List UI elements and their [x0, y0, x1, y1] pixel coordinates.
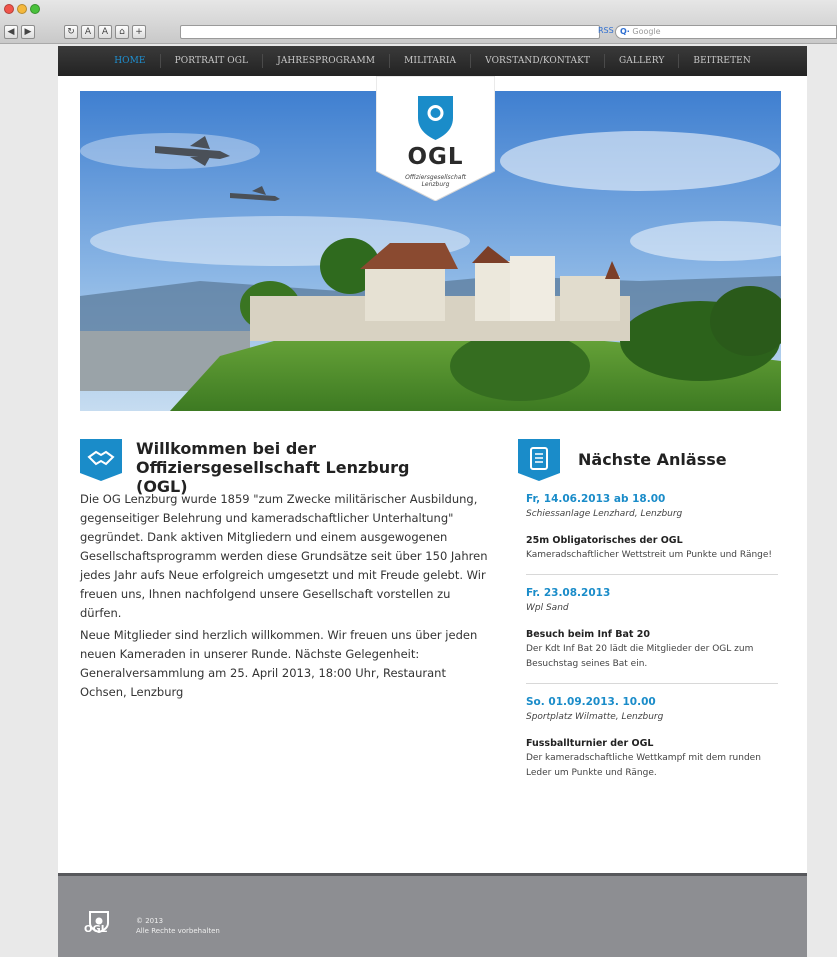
event-place: Wpl Sand [526, 603, 569, 613]
text-smaller-button[interactable]: A [81, 25, 95, 39]
event-date: So. 01.09.2013. 10.00 [526, 696, 656, 708]
add-bookmark-icon[interactable]: + [132, 25, 146, 39]
event-place: Sportplatz Wilmatte, Lenzburg [526, 712, 664, 722]
event-description: Kameradschaftlicher Wettstreit um Punkte… [526, 550, 773, 560]
events-heading: Nächste Anlässe [578, 450, 727, 469]
event-date: Fr, 14.06.2013 ab 18.00 [526, 493, 666, 505]
rights-notice: Alle Rechte vorbehalten [136, 927, 220, 935]
close-window-button[interactable] [4, 4, 14, 14]
logo-title: OGL [407, 144, 464, 170]
search-placeholder: Google [632, 27, 661, 36]
event-title: Besuch beim Inf Bat 20 [526, 629, 650, 640]
nav-item-portrait[interactable]: Portrait OGL [159, 54, 263, 68]
home-icon[interactable]: ⌂ [115, 25, 129, 39]
search-input[interactable]: Q· Google [615, 25, 837, 39]
window-controls [4, 4, 40, 14]
logo-subtitle-line1: Offiziersgesellschaft [405, 174, 466, 181]
event-description: Der Kdt Inf Bat 20 lädt die Mitglieder d… [526, 644, 754, 669]
nav-buttons: ◀ ▶ [4, 25, 35, 39]
welcome-heading-line1: Willkommen bei der [136, 439, 317, 458]
footer-logo-icon [89, 911, 109, 934]
search-icon: Q· [620, 27, 630, 36]
nav-item-beitreten[interactable]: Beitreten [678, 54, 764, 68]
zoom-window-button[interactable] [30, 4, 40, 14]
browser-toolbar: ◀ ▶ ↻ A A ⌂ + RSS Q· Google [0, 0, 837, 44]
footer-logo-text: OGL [84, 924, 108, 935]
welcome-heading: Willkommen bei der Offiziersgesellschaft… [136, 439, 466, 496]
web-page: Home Portrait OGL Jahresprogramm Militar… [58, 46, 807, 957]
event-description: Der kameradschaftliche Wettkampf mit dem… [526, 753, 761, 778]
welcome-paragraph-2: Neue Mitglieder sind herzlich willkommen… [80, 628, 478, 699]
event-item[interactable]: Fr, 14.06.2013 ab 18.00 Schiessanlage Le… [526, 492, 778, 575]
text-larger-button[interactable]: A [98, 25, 112, 39]
document-icon [518, 439, 560, 481]
event-place: Schiessanlage Lenzhard, Lenzburg [526, 509, 683, 519]
footer-copyright: © 2013 Alle Rechte vorbehalten [136, 916, 220, 936]
site-logo[interactable]: OGL Offiziersgesellschaft Lenzburg [375, 75, 496, 202]
handshake-icon [80, 439, 122, 481]
copyright-year: © 2013 [136, 917, 164, 925]
nav-item-vorstand[interactable]: Vorstand/Kontakt [470, 54, 604, 68]
event-title: 25m Obligatorisches der OGL [526, 535, 683, 546]
rss-button[interactable]: RSS [598, 26, 614, 35]
address-bar[interactable] [180, 25, 600, 39]
minimize-window-button[interactable] [17, 4, 27, 14]
main-navigation: Home Portrait OGL Jahresprogramm Militar… [58, 46, 807, 76]
nav-item-home[interactable]: Home [100, 54, 159, 68]
nav-item-gallery[interactable]: Gallery [604, 54, 678, 68]
event-title: Fussballturnier der OGL [526, 738, 654, 749]
back-button[interactable]: ◀ [4, 25, 18, 39]
welcome-paragraph-1: Die OG Lenzburg wurde 1859 "zum Zwecke m… [80, 492, 488, 620]
event-date: Fr. 23.08.2013 [526, 587, 611, 599]
event-item[interactable]: So. 01.09.2013. 10.00 Sportplatz Wilmatt… [526, 695, 778, 792]
forward-button[interactable]: ▶ [21, 25, 35, 39]
logo-subtitle: Offiziersgesellschaft Lenzburg [376, 174, 495, 188]
action-buttons: ↻ A A ⌂ + [64, 25, 146, 39]
page-footer: OGL © 2013 Alle Rechte vorbehalten [58, 873, 807, 957]
nav-item-jahresprogramm[interactable]: Jahresprogramm [262, 54, 389, 68]
nav-item-militaria[interactable]: Militaria [389, 54, 470, 68]
reload-icon[interactable]: ↻ [64, 25, 78, 39]
logo-subtitle-line2: Lenzburg [421, 181, 450, 188]
event-item[interactable]: Fr. 23.08.2013 Wpl Sand Besuch beim Inf … [526, 586, 778, 684]
events-list: Fr, 14.06.2013 ab 18.00 Schiessanlage Le… [526, 492, 778, 803]
